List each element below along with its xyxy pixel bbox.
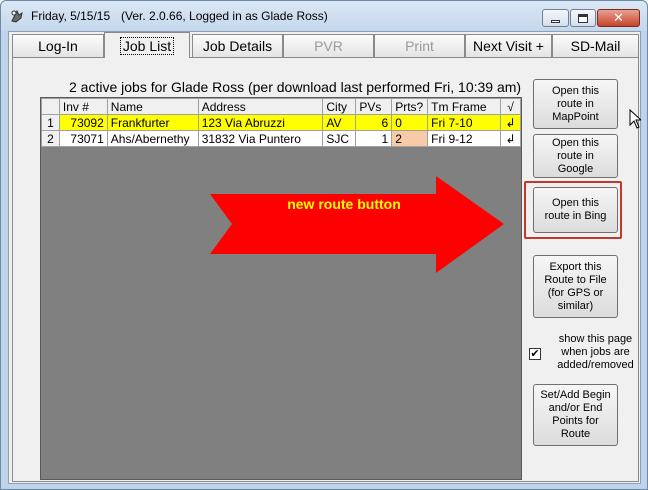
cell-inv[interactable]: 73092	[58, 114, 108, 131]
tab-label: Job Details	[202, 38, 273, 54]
tab-log-in[interactable]: Log-In	[12, 34, 104, 57]
row-number: 1	[41, 114, 60, 131]
app-icon	[11, 9, 23, 23]
title-bar[interactable]: Friday, 5/15/15 (Ver. 2.0.66, Logged in …	[1, 1, 647, 31]
open-google-button[interactable]: Open this route in Google	[533, 134, 618, 178]
tab-sd-mail[interactable]: SD-Mail	[552, 34, 639, 57]
minimize-button[interactable]	[542, 9, 569, 27]
button-label: Open this route in Bing	[544, 197, 607, 222]
column-header-prts[interactable]: Prts?	[391, 98, 429, 115]
tab-job-details[interactable]: Job Details	[192, 34, 283, 57]
cell-tm-frame[interactable]: Fri 7-10	[427, 114, 501, 131]
cell-inv[interactable]: 73071	[58, 130, 108, 147]
app-window: Friday, 5/15/15 (Ver. 2.0.66, Logged in …	[0, 0, 648, 490]
client-area: Log-In Job List Job Details PVR Print Ne…	[8, 31, 641, 484]
button-label: Open this route in Google	[551, 136, 600, 175]
version-info: (Ver. 2.0.66, Logged in as Glade Ross)	[121, 9, 328, 23]
export-route-button[interactable]: Export this Route to File (for GPS or si…	[533, 255, 618, 318]
cell-name[interactable]: Frankfurter	[106, 114, 199, 131]
tab-pvr[interactable]: PVR	[283, 34, 374, 57]
tab-label: SD-Mail	[570, 38, 621, 54]
header-corner	[41, 98, 60, 115]
cell-pvs[interactable]: 1	[355, 130, 393, 147]
tab-label: Log-In	[38, 38, 78, 54]
tab-next-visit[interactable]: Next Visit +	[465, 34, 552, 57]
tab-bar: Log-In Job List Job Details PVR Print Ne…	[12, 32, 639, 58]
tab-label: Job List	[119, 36, 175, 55]
close-icon: ✕	[613, 10, 624, 26]
cell-city[interactable]: AV	[322, 114, 357, 131]
cell-address[interactable]: 123 Via Abruzzi	[197, 114, 324, 131]
table-row[interactable]: 1 73092 Frankfurter 123 Via Abruzzi AV 6…	[41, 114, 522, 131]
cell-address[interactable]: 31832 Via Puntero	[197, 130, 324, 147]
job-table[interactable]: Inv # Name Address City PVs Prts? Tm Fra…	[41, 98, 522, 147]
open-mappoint-button[interactable]: Open this route in MapPoint	[533, 79, 618, 129]
tab-print[interactable]: Print	[374, 34, 465, 57]
table-row[interactable]: 2 73071 Ahs/Abernethy 31832 Via Puntero …	[41, 130, 522, 147]
job-grid[interactable]: Inv # Name Address City PVs Prts? Tm Fra…	[40, 97, 522, 480]
cell-enter-icon[interactable]: ↲	[499, 130, 522, 147]
column-header-name[interactable]: Name	[106, 98, 199, 115]
maximize-icon	[578, 13, 588, 23]
button-label: Export this Route to File (for GPS or si…	[544, 260, 607, 312]
jobs-caption: 2 active jobs for Glade Ross (per downlo…	[69, 79, 522, 95]
minimize-icon	[551, 19, 560, 23]
cell-prts[interactable]: 0	[391, 114, 429, 131]
column-header-city[interactable]: City	[322, 98, 357, 115]
button-label: Open this route in MapPoint	[551, 84, 600, 123]
column-header-pvs[interactable]: PVs	[355, 98, 393, 115]
cell-name[interactable]: Ahs/Abernethy	[106, 130, 199, 147]
mouse-pointer-icon	[629, 109, 641, 129]
column-header-tm-frame[interactable]: Tm Frame	[427, 98, 501, 115]
column-header-address[interactable]: Address	[197, 98, 324, 115]
annotation-arrow	[210, 176, 504, 273]
column-header-check[interactable]: √	[499, 98, 522, 115]
column-header-inv[interactable]: Inv #	[58, 98, 108, 115]
cell-enter-icon[interactable]: ↲	[499, 114, 522, 131]
set-route-points-button[interactable]: Set/Add Begin and/or End Points for Rout…	[533, 384, 618, 446]
open-bing-button[interactable]: Open this route in Bing	[533, 187, 618, 233]
show-page-label: show this page when jobs are added/remov…	[557, 333, 634, 371]
show-page-checkbox[interactable]: ✔	[529, 348, 541, 360]
header-row: Inv # Name Address City PVs Prts? Tm Fra…	[41, 98, 522, 115]
window-title: Friday, 5/15/15	[31, 9, 111, 23]
cell-prts[interactable]: 2	[391, 130, 429, 147]
close-button[interactable]: ✕	[597, 9, 640, 27]
cell-pvs[interactable]: 6	[355, 114, 393, 131]
tab-label: Print	[405, 38, 434, 54]
row-number: 2	[41, 130, 60, 147]
tab-label: Next Visit +	[473, 38, 544, 54]
cell-city[interactable]: SJC	[322, 130, 357, 147]
maximize-button[interactable]	[570, 9, 596, 27]
tab-job-list[interactable]: Job List	[104, 32, 190, 58]
button-label: Set/Add Begin and/or End Points for Rout…	[540, 389, 611, 440]
annotation-label: new route button	[287, 196, 401, 212]
tab-label: PVR	[314, 38, 343, 54]
cell-tm-frame[interactable]: Fri 9-12	[427, 130, 501, 147]
